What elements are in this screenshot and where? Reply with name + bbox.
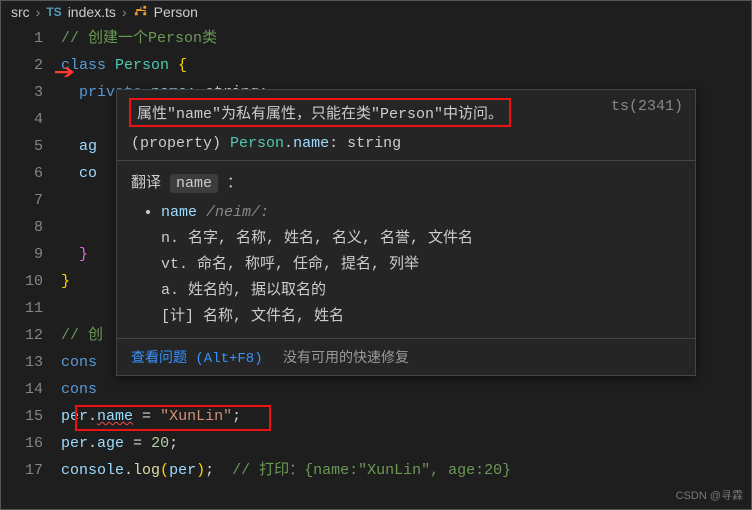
no-quickfix-label: 没有可用的快速修复 — [283, 351, 409, 367]
line-number: 14 — [1, 376, 43, 403]
line-number: 5 — [1, 133, 43, 160]
symbol-signature: (property) Person.name: string — [117, 129, 695, 160]
line-number: 1 — [1, 25, 43, 52]
code-line: per.age = 20; — [61, 430, 751, 457]
line-number: 11 — [1, 295, 43, 322]
line-number-gutter: 1 2 3 4 5 6 7 8 9 10 11 12 13 14 15 16 1… — [1, 23, 61, 484]
line-number: 10 — [1, 268, 43, 295]
class-icon — [133, 3, 148, 21]
breadcrumb-file[interactable]: index.ts — [68, 4, 116, 20]
line-number: 16 — [1, 430, 43, 457]
annotation-arrow-icon: ➔ — [53, 61, 75, 89]
line-number: 4 — [1, 106, 43, 133]
code-line: console.log(per); // 打印：{name:"XunLin", … — [61, 457, 751, 484]
translation-header: 翻译 name ： — [117, 161, 695, 196]
breadcrumb-symbol[interactable]: Person — [154, 4, 198, 20]
chevron-right-icon: › — [36, 4, 41, 20]
error-message: 属性"name"为私有属性，只能在类"Person"中访问。 — [129, 98, 511, 127]
line-number: 8 — [1, 214, 43, 241]
breadcrumb-folder[interactable]: src — [11, 4, 30, 20]
code-line: class Person { — [61, 52, 751, 79]
line-number: 6 — [1, 160, 43, 187]
code-line: // 创建一个Person类 — [61, 25, 751, 52]
error-token[interactable]: name — [97, 408, 133, 425]
view-problem-link[interactable]: 查看问题 (Alt+F8) — [131, 351, 263, 367]
line-number: 7 — [1, 187, 43, 214]
code-line: cons — [61, 376, 751, 403]
dictionary-list: name /neim/: n. 名字, 名称, 姓名, 名义, 名誉, 文件名 … — [117, 196, 695, 338]
line-number: 13 — [1, 349, 43, 376]
line-number: 9 — [1, 241, 43, 268]
typescript-icon: TS — [46, 5, 61, 19]
line-number: 12 — [1, 322, 43, 349]
line-number: 15 — [1, 403, 43, 430]
line-number: 3 — [1, 79, 43, 106]
watermark: CSDN @寻霖 — [676, 487, 743, 503]
error-code: ts(2341) — [611, 98, 683, 115]
chevron-right-icon: › — [122, 4, 127, 20]
code-line: per.name = "XunLin"; — [61, 403, 751, 430]
breadcrumb: src › TS index.ts › Person — [1, 1, 751, 23]
line-number: 17 — [1, 457, 43, 484]
line-number: 2 — [1, 52, 43, 79]
hover-tooltip: 属性"name"为私有属性，只能在类"Person"中访问。 ts(2341) … — [116, 89, 696, 376]
